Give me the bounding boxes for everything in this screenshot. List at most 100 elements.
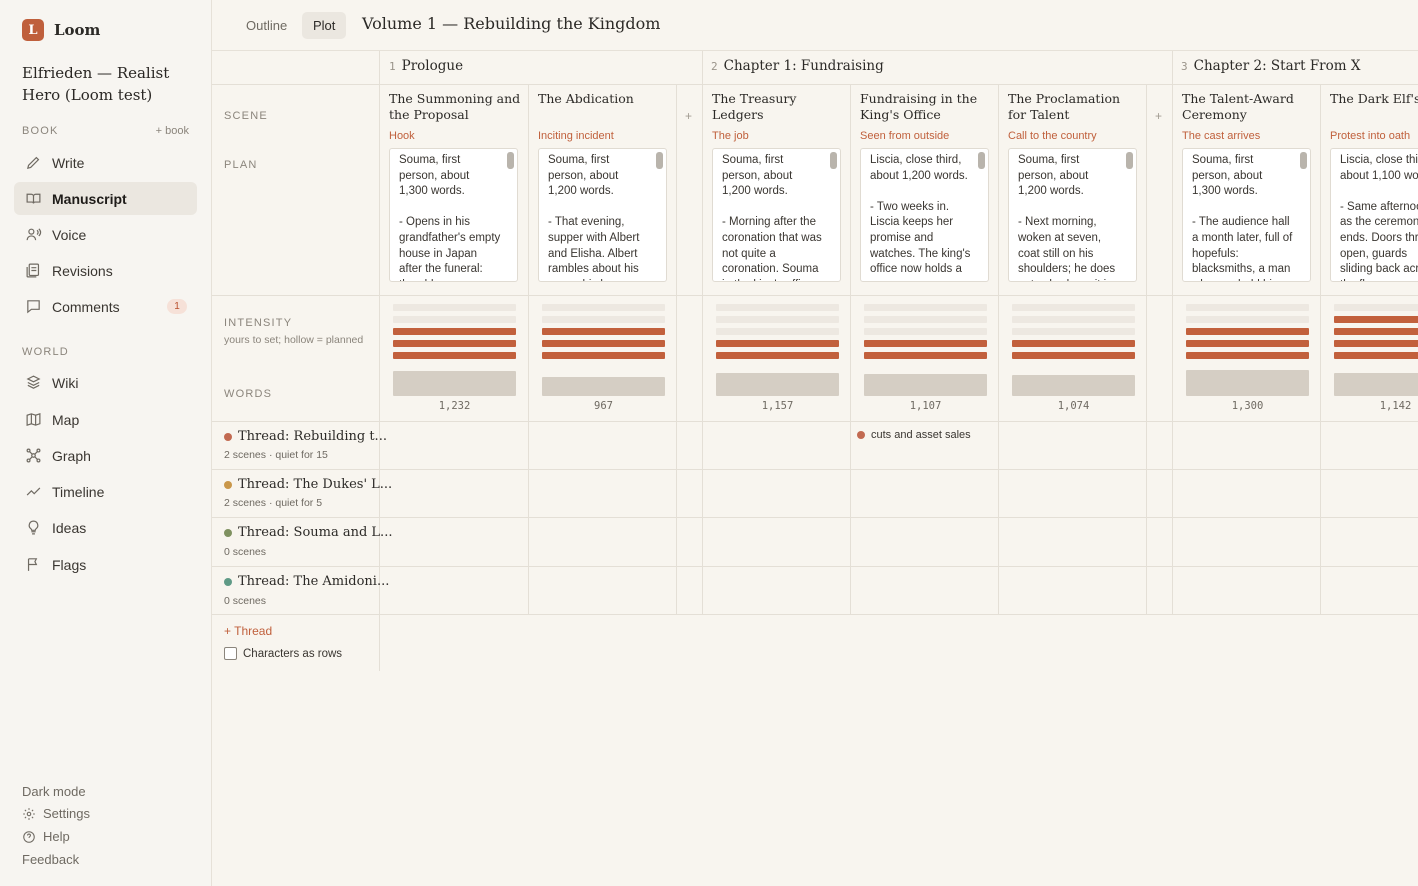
scene-beat[interactable]: Call to the country (1008, 130, 1097, 142)
tab-plot[interactable]: Plot (302, 12, 347, 39)
intensity-bar-empty[interactable] (1186, 304, 1309, 311)
scene-title[interactable]: The Summoning and the Proposal (389, 91, 521, 123)
intensity-bar-filled[interactable] (1012, 340, 1135, 347)
plan-scrollbar[interactable] (507, 152, 514, 169)
characters-as-rows-checkbox[interactable] (224, 647, 237, 660)
characters-as-rows-toggle[interactable]: Characters as rows (224, 647, 342, 660)
dark-mode-toggle[interactable]: Dark mode (22, 784, 86, 799)
intensity-bar-empty[interactable] (864, 304, 987, 311)
sidebar-item-graph[interactable]: Graph (14, 439, 197, 472)
sidebar-item-comments[interactable]: Comments 1 (14, 290, 197, 323)
scene-plan-text: Souma, first person, about 1,200 words. … (548, 154, 640, 281)
plan-scrollbar[interactable] (830, 152, 837, 169)
intensity-bar-filled[interactable] (1186, 352, 1309, 359)
scene-title[interactable]: The Proclamation for Talent (1008, 91, 1140, 123)
scene-plan-textarea[interactable]: Souma, first person, about 1,200 words. … (1008, 148, 1137, 282)
chapter-header[interactable]: 1 Prologue (389, 58, 463, 74)
tab-outline[interactable]: Outline (235, 12, 298, 39)
add-scene-button[interactable]: + (685, 109, 692, 123)
scene-title[interactable]: Fundraising in the King's Office (860, 91, 992, 123)
sidebar-item-label: Flags (52, 556, 87, 573)
scene-plan-textarea[interactable]: Souma, first person, about 1,300 words. … (1182, 148, 1311, 282)
settings-link[interactable]: Settings (22, 806, 90, 821)
intensity-bar-empty[interactable] (864, 316, 987, 323)
intensity-bar-filled[interactable] (393, 328, 516, 335)
intensity-bar-filled[interactable] (1012, 352, 1135, 359)
intensity-bar-empty[interactable] (393, 304, 516, 311)
add-scene-button[interactable]: + (1155, 109, 1162, 123)
brand[interactable]: L Loom (22, 19, 100, 41)
help-link[interactable]: Help (22, 829, 70, 844)
intensity-bar-empty[interactable] (393, 316, 516, 323)
intensity-bar-empty[interactable] (716, 316, 839, 323)
intensity-bar-filled[interactable] (542, 352, 665, 359)
scene-plan-textarea[interactable]: Liscia, close third, about 1,200 words. … (860, 148, 989, 282)
chapter-header[interactable]: 2 Chapter 1: Fundraising (711, 58, 884, 74)
scene-beat[interactable]: Inciting incident (538, 130, 614, 142)
intensity-bar-filled[interactable] (1186, 328, 1309, 335)
thread-scene-note[interactable]: cuts and asset sales (857, 429, 971, 441)
plan-scrollbar[interactable] (1126, 152, 1133, 169)
scene-title[interactable]: The Dark Elf's Oath (1330, 91, 1418, 107)
intensity-bar-empty[interactable] (1012, 304, 1135, 311)
sidebar-item-flags[interactable]: Flags (14, 548, 197, 581)
thread-title[interactable]: Thread: Rebuilding t... (238, 429, 387, 444)
thread-title[interactable]: Thread: Souma and L... (238, 525, 392, 540)
sidebar-item-manuscript[interactable]: Manuscript (14, 182, 197, 215)
scene-beat[interactable]: The job (712, 130, 749, 142)
thread-title[interactable]: Thread: The Amidoni... (238, 574, 389, 589)
intensity-bar-empty[interactable] (1186, 316, 1309, 323)
intensity-bar-empty[interactable] (716, 328, 839, 335)
plan-scrollbar[interactable] (978, 152, 985, 169)
intensity-bar-filled[interactable] (1334, 340, 1418, 347)
sidebar-item-write[interactable]: Write (14, 146, 197, 179)
chapter-header[interactable]: 3 Chapter 2: Start From X (1181, 58, 1360, 74)
scene-beat[interactable]: Seen from outside (860, 130, 949, 142)
intensity-bar-filled[interactable] (542, 328, 665, 335)
intensity-bar-empty[interactable] (1012, 328, 1135, 335)
intensity-bar-filled[interactable] (393, 352, 516, 359)
sidebar-item-ideas[interactable]: Ideas (14, 511, 197, 544)
scene-beat[interactable]: The cast arrives (1182, 130, 1260, 142)
plan-scrollbar[interactable] (1300, 152, 1307, 169)
intensity-bar-filled[interactable] (542, 340, 665, 347)
scene-plan-textarea[interactable]: Souma, first person, about 1,200 words. … (538, 148, 667, 282)
intensity-bar-filled[interactable] (1334, 352, 1418, 359)
scene-plan-textarea[interactable]: Souma, first person, about 1,200 words. … (712, 148, 841, 282)
intensity-bar-filled[interactable] (1334, 316, 1418, 323)
divider (1146, 85, 1147, 614)
intensity-bar-filled[interactable] (393, 340, 516, 347)
intensity-bar-filled[interactable] (1186, 340, 1309, 347)
feedback-link[interactable]: Feedback (22, 852, 79, 867)
add-book-button[interactable]: + book (156, 125, 189, 137)
sidebar-item-revisions[interactable]: Revisions (14, 254, 197, 287)
divider (212, 566, 1418, 567)
intensity-bar-empty[interactable] (1334, 304, 1418, 311)
sidebar-item-map[interactable]: Map (14, 403, 197, 436)
intensity-bar-empty[interactable] (542, 316, 665, 323)
sidebar-item-label: Comments (52, 298, 120, 315)
intensity-bar-empty[interactable] (864, 328, 987, 335)
scene-beat[interactable]: Protest into oath (1330, 130, 1410, 142)
intensity-bar-filled[interactable] (864, 352, 987, 359)
project-title[interactable]: Elfrieden — Realist Hero (Loom test) (22, 62, 202, 106)
intensity-bar-filled[interactable] (1334, 328, 1418, 335)
add-thread-button[interactable]: + Thread (224, 624, 272, 638)
intensity-bar-empty[interactable] (1012, 316, 1135, 323)
plan-scrollbar[interactable] (656, 152, 663, 169)
intensity-bar-filled[interactable] (864, 340, 987, 347)
sidebar-item-voice[interactable]: Voice (14, 218, 197, 251)
sidebar-item-timeline[interactable]: Timeline (14, 475, 197, 508)
scene-beat[interactable]: Hook (389, 130, 415, 142)
intensity-bar-empty[interactable] (716, 304, 839, 311)
scene-plan-textarea[interactable]: Liscia, close third, about 1,100 words. … (1330, 148, 1418, 282)
scene-title[interactable]: The Talent-Award Ceremony (1182, 91, 1314, 123)
intensity-bar-filled[interactable] (716, 340, 839, 347)
scene-title[interactable]: The Treasury Ledgers (712, 91, 844, 123)
thread-title[interactable]: Thread: The Dukes' L... (238, 477, 392, 492)
intensity-bar-filled[interactable] (716, 352, 839, 359)
scene-plan-textarea[interactable]: Souma, first person, about 1,300 words. … (389, 148, 518, 282)
scene-title[interactable]: The Abdication (538, 91, 670, 107)
sidebar-item-wiki[interactable]: Wiki (14, 366, 197, 399)
intensity-bar-empty[interactable] (542, 304, 665, 311)
